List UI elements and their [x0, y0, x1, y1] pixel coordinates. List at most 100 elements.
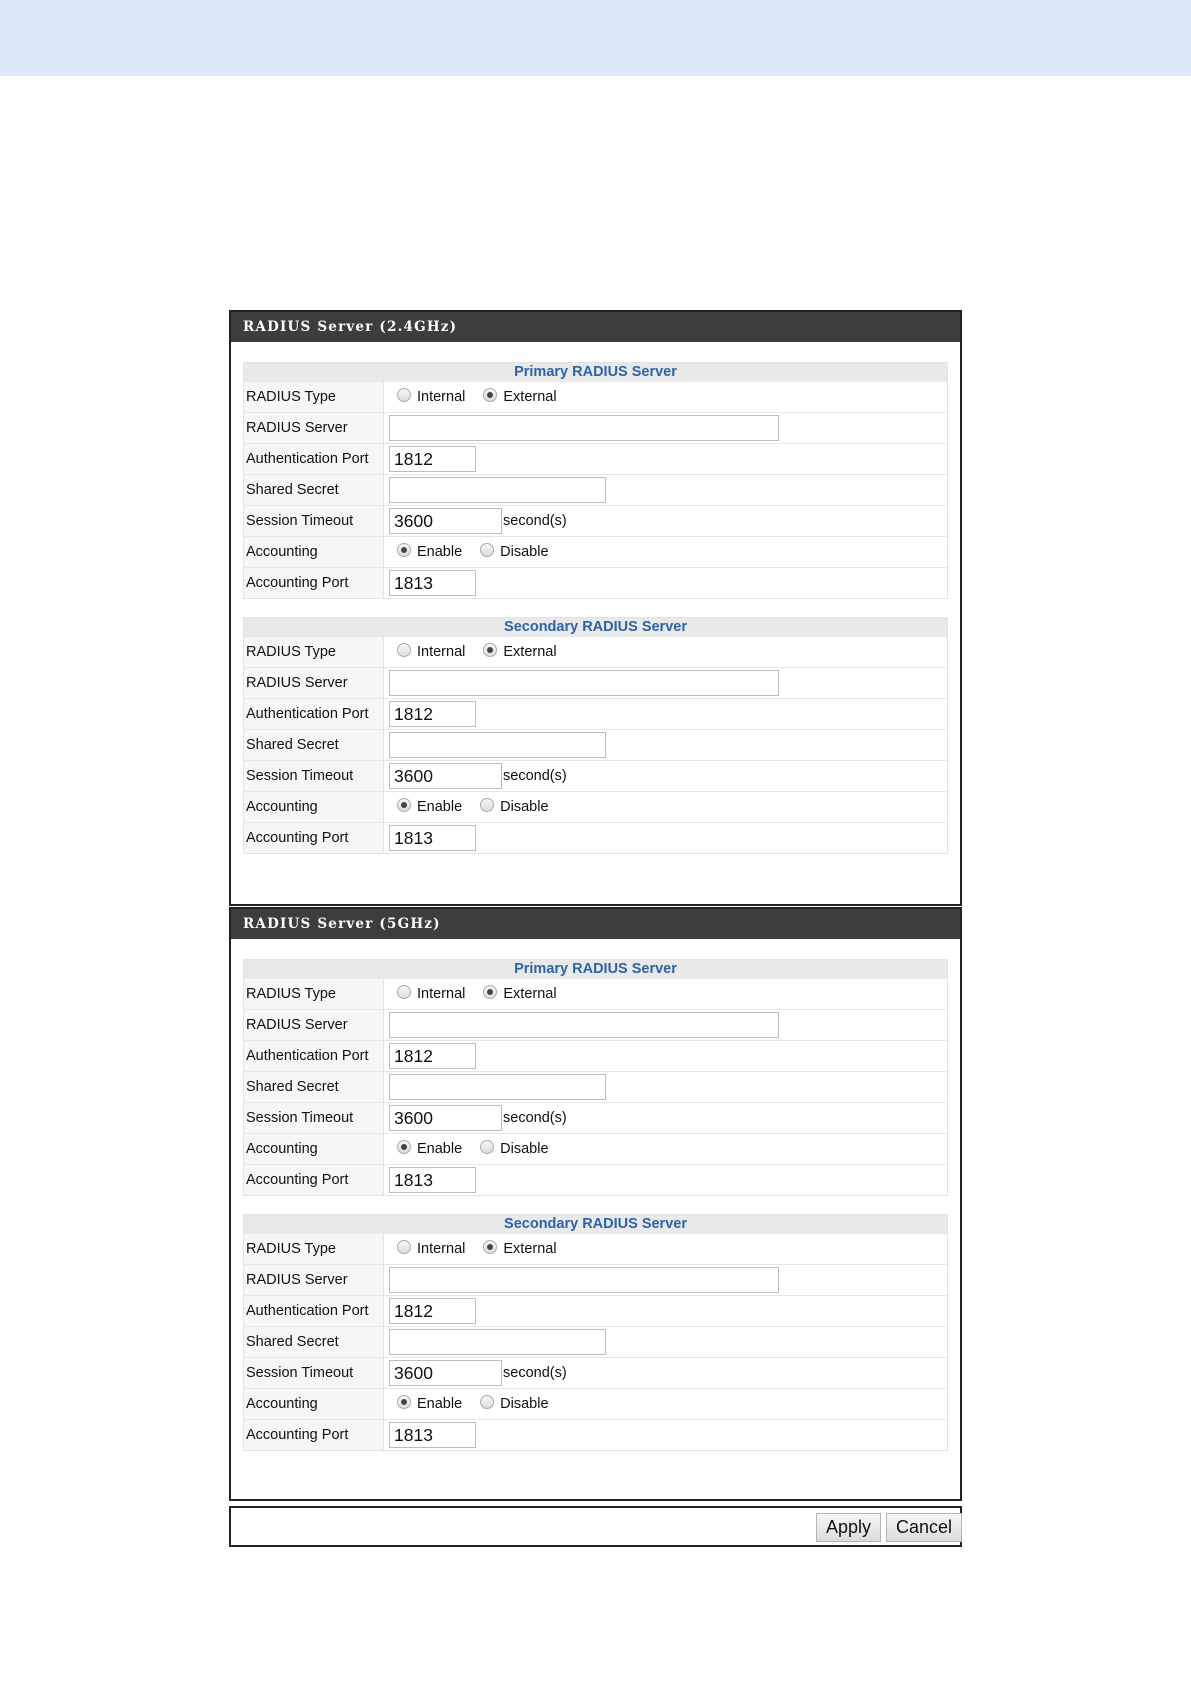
accounting-disable-option[interactable]: Disable [472, 1140, 549, 1158]
radius-type-label: RADIUS Type [244, 979, 384, 1009]
radius-server-input[interactable] [389, 670, 779, 696]
radius-server-label: RADIUS Server [244, 413, 384, 443]
accounting-disable-option[interactable]: Disable [472, 543, 549, 561]
section-title: Primary RADIUS Server [244, 363, 947, 382]
auth-port-input[interactable]: 1812 [389, 701, 476, 727]
accounting-row: Accounting Enable Disable [244, 536, 947, 567]
shared-secret-input[interactable] [389, 1329, 606, 1355]
session-timeout-input[interactable]: 3600 [389, 508, 502, 534]
radius-type-internal-option[interactable]: Internal [389, 985, 465, 1003]
auth-port-input[interactable]: 1812 [389, 1298, 476, 1324]
radius-server-input[interactable] [389, 1267, 779, 1293]
radius-type-external-option[interactable]: External [475, 985, 557, 1003]
accounting-enable-option[interactable]: Enable [389, 1140, 462, 1158]
radius-type-row: RADIUS Type Internal External [244, 382, 947, 412]
radio-label: Enable [417, 544, 463, 560]
panel-title: RADIUS Server (2.4GHz) [231, 312, 960, 342]
auth-port-input[interactable]: 1812 [389, 446, 476, 472]
accounting-port-input[interactable]: 1813 [389, 825, 476, 851]
shared-secret-label: Shared Secret [244, 1072, 384, 1102]
auth-port-row: Authentication Port 1812 [244, 1295, 947, 1326]
radio-label: Enable [417, 1396, 463, 1412]
radius-panel-5ghz: RADIUS Server (5GHz) Primary RADIUS Serv… [229, 907, 962, 1501]
radius-server-label: RADIUS Server [244, 1010, 384, 1040]
radius-type-label: RADIUS Type [244, 1234, 384, 1264]
radius-server-input[interactable] [389, 1012, 779, 1038]
accounting-enable-option[interactable]: Enable [389, 1395, 462, 1413]
radio-label: Disable [500, 544, 549, 560]
accounting-port-input[interactable]: 1813 [389, 1167, 476, 1193]
accounting-port-row: Accounting Port 1813 [244, 1164, 947, 1195]
radio-unchecked-icon[interactable] [480, 1140, 495, 1154]
apply-button[interactable]: Apply [816, 1513, 882, 1542]
accounting-disable-option[interactable]: Disable [472, 798, 549, 816]
session-timeout-input[interactable]: 3600 [389, 1360, 502, 1386]
accounting-port-label: Accounting Port [244, 823, 384, 853]
auth-port-label: Authentication Port [244, 1041, 384, 1071]
accounting-row: Accounting Enable Disable [244, 1133, 947, 1164]
radio-unchecked-icon[interactable] [397, 388, 411, 402]
auth-port-label: Authentication Port [244, 1296, 384, 1326]
radio-label: Disable [500, 1396, 549, 1412]
radius-type-external-option[interactable]: External [475, 643, 557, 661]
auth-port-label: Authentication Port [244, 444, 384, 474]
radio-unchecked-icon[interactable] [397, 643, 411, 657]
radio-checked-icon[interactable] [397, 543, 411, 557]
radius-server-row: RADIUS Server [244, 1009, 947, 1040]
session-timeout-label: Session Timeout [244, 1358, 384, 1388]
section-title: Secondary RADIUS Server [244, 618, 947, 637]
radius-type-label: RADIUS Type [244, 637, 384, 667]
radius-server-input[interactable] [389, 415, 779, 441]
radio-checked-icon[interactable] [397, 1140, 411, 1154]
radio-checked-icon[interactable] [397, 1395, 411, 1409]
session-timeout-row: Session Timeout 3600 second(s) [244, 505, 947, 536]
radio-unchecked-icon[interactable] [397, 1240, 411, 1254]
accounting-port-input[interactable]: 1813 [389, 570, 476, 596]
radio-checked-icon[interactable] [483, 388, 498, 402]
radius-type-internal-option[interactable]: Internal [389, 388, 465, 406]
radio-checked-icon[interactable] [397, 798, 411, 812]
radio-label: Internal [417, 389, 466, 405]
radio-unchecked-icon[interactable] [480, 798, 495, 812]
session-timeout-input[interactable]: 3600 [389, 763, 502, 789]
radio-label: External [503, 1241, 557, 1257]
session-timeout-input[interactable]: 3600 [389, 1105, 502, 1131]
accounting-enable-option[interactable]: Enable [389, 798, 462, 816]
radio-unchecked-icon[interactable] [480, 543, 495, 557]
shared-secret-row: Shared Secret [244, 474, 947, 505]
radio-checked-icon[interactable] [483, 985, 498, 999]
auth-port-row: Authentication Port 1812 [244, 698, 947, 729]
accounting-enable-option[interactable]: Enable [389, 543, 462, 561]
radio-unchecked-icon[interactable] [480, 1395, 495, 1409]
radio-label: Enable [417, 1141, 463, 1157]
top-banner [0, 0, 1191, 76]
radio-checked-icon[interactable] [483, 1240, 498, 1254]
radio-label: External [503, 986, 557, 1002]
session-timeout-row: Session Timeout 3600 second(s) [244, 760, 947, 791]
session-timeout-label: Session Timeout [244, 761, 384, 791]
auth-port-input[interactable]: 1812 [389, 1043, 476, 1069]
section-title: Secondary RADIUS Server [244, 1215, 947, 1234]
accounting-disable-option[interactable]: Disable [472, 1395, 549, 1413]
radius-server-label: RADIUS Server [244, 1265, 384, 1295]
timeout-unit: second(s) [503, 1365, 567, 1381]
shared-secret-input[interactable] [389, 477, 606, 503]
radius-type-internal-option[interactable]: Internal [389, 1240, 465, 1258]
radius-type-row: RADIUS Type Internal External [244, 1234, 947, 1264]
cancel-button[interactable]: Cancel [886, 1513, 963, 1542]
radius-type-row: RADIUS Type Internal External [244, 637, 947, 667]
radius-type-external-option[interactable]: External [475, 1240, 557, 1258]
radio-unchecked-icon[interactable] [397, 985, 411, 999]
radio-checked-icon[interactable] [483, 643, 498, 657]
timeout-unit: second(s) [503, 1110, 567, 1126]
radio-label: External [503, 389, 557, 405]
accounting-row: Accounting Enable Disable [244, 1388, 947, 1419]
shared-secret-input[interactable] [389, 732, 606, 758]
radius-server-label: RADIUS Server [244, 668, 384, 698]
accounting-port-input[interactable]: 1813 [389, 1422, 476, 1448]
radius-type-internal-option[interactable]: Internal [389, 643, 465, 661]
accounting-row: Accounting Enable Disable [244, 791, 947, 822]
shared-secret-input[interactable] [389, 1074, 606, 1100]
form-footer: Apply Cancel [229, 1506, 963, 1547]
radius-type-external-option[interactable]: External [475, 388, 557, 406]
